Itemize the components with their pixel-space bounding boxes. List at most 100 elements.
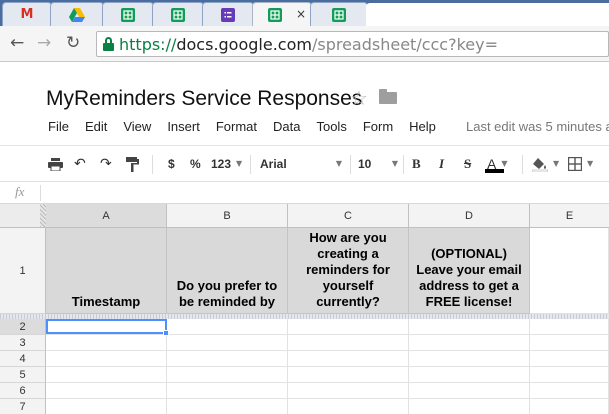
tab-sheets-1[interactable] [102, 2, 154, 26]
column-header-e[interactable]: E [530, 204, 609, 228]
cell[interactable] [46, 335, 167, 351]
toolbar-divider [403, 155, 404, 174]
cell[interactable] [530, 367, 609, 383]
cell[interactable] [530, 319, 609, 335]
menu-view[interactable]: View [123, 118, 151, 136]
cell[interactable] [409, 351, 530, 367]
bold-button[interactable]: B [412, 155, 421, 173]
tab-sheets-2[interactable] [152, 2, 204, 26]
header-cell-email[interactable]: (OPTIONAL) Leave your email address to g… [409, 228, 530, 314]
tab-sheets-3[interactable] [310, 2, 368, 26]
cell-e1[interactable] [530, 228, 609, 314]
cell[interactable] [167, 335, 288, 351]
cell[interactable] [409, 335, 530, 351]
font-size-value: 10 [358, 157, 372, 171]
cell[interactable] [167, 319, 288, 335]
borders-button[interactable]: ▼ [568, 155, 593, 173]
cell[interactable] [530, 351, 609, 367]
font-size-select[interactable]: 10 ▼ [358, 155, 398, 173]
fill-handle[interactable] [163, 330, 169, 336]
reload-icon[interactable]: ↻ [66, 33, 80, 53]
last-edit-status[interactable]: Last edit was 5 minutes ago [466, 118, 609, 136]
row-header-2[interactable]: 2 [0, 319, 46, 335]
menu-format[interactable]: Format [216, 118, 257, 136]
cell[interactable] [409, 383, 530, 399]
print-button[interactable] [48, 155, 63, 173]
header-cell-text: (OPTIONAL) Leave your email address to g… [416, 246, 522, 309]
cell[interactable] [409, 367, 530, 383]
tab-drive[interactable] [50, 2, 104, 26]
cell[interactable] [530, 383, 609, 399]
new-tab-area[interactable] [366, 3, 609, 26]
cell[interactable] [530, 335, 609, 351]
header-cell-current-method[interactable]: How are you creating a reminders for you… [288, 228, 409, 314]
more-formats-button[interactable]: 123 ▼ [211, 155, 242, 173]
close-tab-icon[interactable]: × [296, 7, 306, 21]
menu-edit[interactable]: Edit [85, 118, 107, 136]
strikethrough-button[interactable]: S [464, 155, 471, 173]
cell[interactable] [288, 335, 409, 351]
percent-format-button[interactable]: % [190, 155, 201, 173]
menu-form[interactable]: Form [363, 118, 393, 136]
row-header-1[interactable]: 1 [0, 228, 46, 314]
cell[interactable] [530, 399, 609, 414]
tab-gmail[interactable]: M [2, 2, 52, 26]
formula-divider [40, 185, 41, 201]
cell[interactable] [167, 367, 288, 383]
menu-data[interactable]: Data [273, 118, 300, 136]
select-all-corner[interactable] [0, 204, 46, 228]
star-icon[interactable]: ☆ [350, 86, 368, 110]
address-bar[interactable]: https://docs.google.com/spreadsheet/ccc?… [96, 31, 609, 57]
forms-icon [221, 7, 235, 22]
active-cell-selection[interactable] [46, 319, 167, 334]
menu-bar: File Edit View Insert Format Data Tools … [48, 118, 452, 136]
menu-file[interactable]: File [48, 118, 69, 136]
currency-format-button[interactable]: $ [168, 155, 175, 173]
redo-button[interactable]: ↷ [100, 155, 112, 173]
undo-button[interactable]: ↶ [74, 155, 86, 173]
menu-help[interactable]: Help [409, 118, 436, 136]
tab-sheets-active[interactable]: × [252, 2, 312, 26]
url-path: /spreadsheet/ccc?key= [311, 35, 499, 54]
row-header-3[interactable]: 3 [0, 335, 46, 351]
browser-window: M × ← → ↻ https://docs.google.com/spread… [0, 0, 609, 414]
tab-forms[interactable] [202, 2, 254, 26]
cell[interactable] [288, 319, 409, 335]
url-scheme: https:// [119, 35, 177, 54]
menu-tools[interactable]: Tools [316, 118, 346, 136]
row-header-5[interactable]: 5 [0, 367, 46, 383]
column-header-b[interactable]: B [167, 204, 288, 228]
document-title[interactable]: MyReminders Service Responses [46, 87, 362, 111]
cell[interactable] [288, 399, 409, 414]
cell[interactable] [167, 351, 288, 367]
column-header-c[interactable]: C [288, 204, 409, 228]
row-header-4[interactable]: 4 [0, 351, 46, 367]
column-header-a[interactable]: A [46, 204, 167, 228]
cell[interactable] [46, 383, 167, 399]
cell[interactable] [46, 367, 167, 383]
header-cell-preference[interactable]: Do you prefer to be reminded by [167, 228, 288, 314]
cell[interactable] [46, 351, 167, 367]
sheets-icon [121, 7, 135, 22]
menu-insert[interactable]: Insert [167, 118, 200, 136]
folder-icon[interactable] [379, 89, 397, 104]
cell[interactable] [288, 383, 409, 399]
font-family-select[interactable]: Arial ▼ [260, 155, 342, 173]
italic-button[interactable]: I [439, 155, 444, 173]
cell[interactable] [288, 351, 409, 367]
function-icon: fx [15, 184, 25, 199]
cell[interactable] [167, 399, 288, 414]
header-cell-timestamp[interactable]: Timestamp [46, 228, 167, 314]
paint-format-button[interactable] [126, 155, 139, 173]
row-header-6[interactable]: 6 [0, 383, 46, 399]
fill-color-button[interactable]: ▼ [532, 155, 559, 173]
cell[interactable] [409, 399, 530, 414]
cell[interactable] [409, 319, 530, 335]
forward-icon[interactable]: → [37, 33, 51, 53]
back-icon[interactable]: ← [10, 33, 24, 53]
column-header-d[interactable]: D [409, 204, 530, 228]
cell[interactable] [167, 383, 288, 399]
cell[interactable] [46, 399, 167, 414]
cell[interactable] [288, 367, 409, 383]
row-header-7[interactable]: 7 [0, 399, 46, 414]
